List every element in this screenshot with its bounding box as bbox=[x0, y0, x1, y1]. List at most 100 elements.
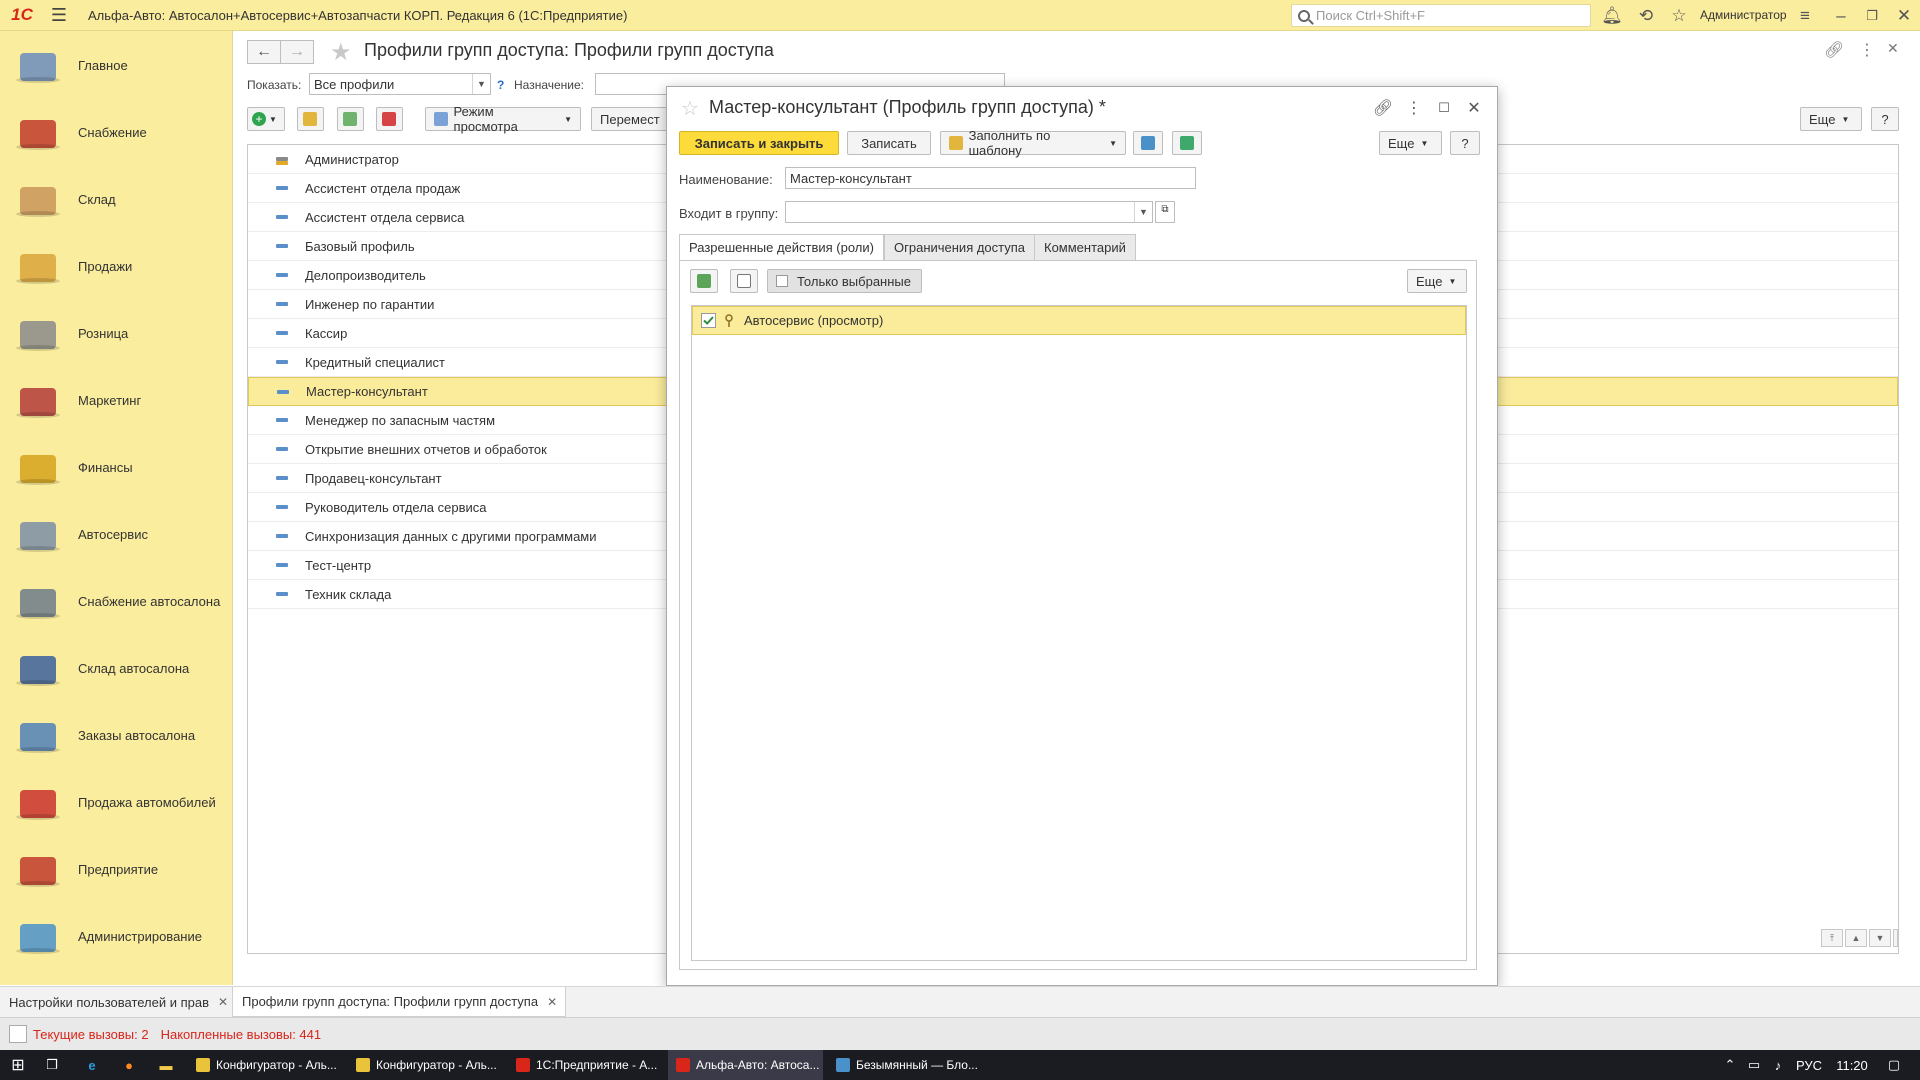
close-form-icon[interactable]: ✕ bbox=[1887, 40, 1899, 57]
current-user[interactable]: Администратор bbox=[1700, 8, 1787, 22]
tab-comment[interactable]: Комментарий bbox=[1034, 234, 1136, 261]
tab-roles[interactable]: Разрешенные действия (роли) bbox=[679, 234, 884, 261]
name-field[interactable]: Мастер-консультант bbox=[785, 167, 1196, 189]
history-icon[interactable]: ⟲ bbox=[1631, 0, 1661, 31]
chevron-down-icon: ▼ bbox=[1109, 138, 1117, 148]
clock[interactable]: 11:20 bbox=[1834, 1050, 1870, 1080]
notifications-icon[interactable]: ▢ bbox=[1880, 1050, 1908, 1080]
link-icon[interactable]: 🔗︎ bbox=[1824, 40, 1844, 60]
more-vert-icon[interactable]: ⋮ bbox=[1401, 95, 1427, 121]
more-button[interactable]: Еще ▼ bbox=[1800, 107, 1862, 131]
link-icon[interactable]: 🔗︎ bbox=[1370, 95, 1396, 121]
delete-mark-button[interactable] bbox=[376, 107, 403, 131]
tab-restrictions[interactable]: Ограничения доступа bbox=[884, 234, 1036, 261]
panel-more-button[interactable]: Еще ▼ bbox=[1407, 269, 1467, 293]
check-all-button[interactable] bbox=[690, 269, 718, 293]
fill-by-template-button[interactable]: Заполнить по шаблону ▼ bbox=[940, 128, 1126, 158]
copy-button[interactable] bbox=[337, 107, 364, 131]
move-button[interactable]: Перемест bbox=[591, 107, 671, 131]
open-group-icon[interactable]: ⧉ bbox=[1155, 201, 1175, 223]
sidebar-item[interactable]: Снабжение автосалона bbox=[0, 568, 233, 635]
network-icon[interactable]: ▭ bbox=[1744, 1050, 1764, 1080]
sidebar-item[interactable]: Финансы bbox=[0, 434, 233, 501]
main-menu-icon[interactable]: ☰ bbox=[44, 0, 74, 31]
roles-tree[interactable]: Автосервис (просмотр) bbox=[691, 305, 1467, 961]
favorite-star-icon[interactable]: ★ bbox=[330, 38, 352, 67]
windows-start-icon[interactable]: ⊞ bbox=[6, 1050, 30, 1080]
taskbar-item[interactable]: 1С:Предприятие - А... bbox=[508, 1050, 663, 1080]
sidebar-item[interactable]: Розница bbox=[0, 300, 233, 367]
minimize-icon[interactable]: – bbox=[1826, 0, 1856, 31]
help-button[interactable]: ? bbox=[1871, 107, 1899, 131]
create-folder-button[interactable] bbox=[297, 107, 324, 131]
sidebar-item[interactable]: Склад автосалона bbox=[0, 635, 233, 702]
favorites-star-icon[interactable]: ☆ bbox=[1664, 0, 1694, 31]
scroll-up-icon[interactable]: ▲ bbox=[1845, 929, 1867, 947]
role-checkbox[interactable] bbox=[701, 313, 716, 328]
close-dialog-icon[interactable]: ✕ bbox=[1461, 95, 1487, 121]
close-tab-icon[interactable]: ✕ bbox=[547, 995, 557, 1009]
sidebar-item[interactable]: Автосервис bbox=[0, 501, 233, 568]
settings-menu-icon[interactable]: ≡ bbox=[1790, 0, 1820, 31]
export-roles-button[interactable] bbox=[1172, 131, 1202, 155]
import-roles-button[interactable] bbox=[1133, 131, 1163, 155]
view-mode-icon bbox=[434, 112, 448, 126]
file-explorer-icon[interactable]: ▬ bbox=[154, 1050, 178, 1080]
taskbar-item[interactable]: Безымянный — Бло... bbox=[828, 1050, 983, 1080]
sidebar-item[interactable]: Снабжение bbox=[0, 99, 233, 166]
back-button[interactable]: ← bbox=[247, 40, 281, 64]
manager-icon bbox=[14, 713, 62, 759]
save-and-close-button[interactable]: Записать и закрыть bbox=[679, 131, 839, 155]
bell-icon[interactable]: 🔔︎ bbox=[1597, 0, 1627, 31]
chevron-down-icon[interactable]: ▼ bbox=[472, 74, 490, 94]
taskbar-item[interactable]: Конфигуратор - Аль... bbox=[188, 1050, 343, 1080]
close-tab-icon[interactable]: ✕ bbox=[218, 995, 228, 1009]
forward-button[interactable]: → bbox=[280, 40, 314, 64]
uncheck-all-button[interactable] bbox=[730, 269, 758, 293]
more-vert-icon[interactable]: ⋮ bbox=[1859, 40, 1875, 60]
sidebar-item[interactable]: Маркетинг bbox=[0, 367, 233, 434]
open-tab-user-settings[interactable]: Настройки пользователей и прав ✕ bbox=[0, 987, 236, 1017]
edge-browser-icon[interactable]: e bbox=[80, 1050, 104, 1080]
open-tab-profiles[interactable]: Профили групп доступа: Профили групп дос… bbox=[232, 987, 567, 1017]
show-select[interactable]: Все профили ▼ bbox=[309, 73, 491, 95]
save-button[interactable]: Записать bbox=[847, 131, 931, 155]
performance-icon[interactable] bbox=[9, 1025, 27, 1043]
task-view-icon[interactable]: ❒ bbox=[40, 1050, 64, 1080]
maximize-icon[interactable]: ☐ bbox=[1431, 95, 1457, 121]
scroll-top-icon[interactable]: ⤒ bbox=[1821, 929, 1843, 947]
sidebar-item[interactable]: Продажи bbox=[0, 233, 233, 300]
sidebar-item[interactable]: Склад bbox=[0, 166, 233, 233]
view-mode-button[interactable]: Режим просмотра ▼ bbox=[425, 104, 581, 134]
favorite-star-icon[interactable]: ☆ bbox=[681, 96, 699, 121]
tray-chevron-up-icon[interactable]: ⌃ bbox=[1720, 1050, 1740, 1080]
global-search-input[interactable]: Поиск Ctrl+Shift+F bbox=[1291, 4, 1591, 27]
chevron-down-icon: ▼ bbox=[1420, 138, 1429, 148]
sidebar-item[interactable]: Администрирование bbox=[0, 903, 233, 970]
scroll-down-icon[interactable]: ▼ bbox=[1869, 929, 1891, 947]
sidebar-item-label: Склад bbox=[78, 192, 116, 207]
create-button[interactable]: + ▼ bbox=[247, 107, 285, 131]
sidebar-item[interactable]: Главное bbox=[0, 32, 233, 99]
page-title: Профили групп доступа: Профили групп дос… bbox=[364, 40, 774, 60]
role-row[interactable]: Автосервис (просмотр) bbox=[692, 306, 1466, 335]
taskbar-item[interactable]: Альфа-Авто: Автоса... bbox=[668, 1050, 823, 1080]
help-question-icon[interactable]: ? bbox=[497, 78, 504, 92]
1c-logo[interactable]: 1С bbox=[0, 0, 44, 31]
restore-icon[interactable]: ❐ bbox=[1857, 0, 1887, 31]
chevron-down-icon[interactable]: ▼ bbox=[1134, 202, 1152, 222]
only-selected-toggle[interactable]: Только выбранные bbox=[767, 269, 922, 293]
sidebar-item[interactable]: Заказы автосалона bbox=[0, 702, 233, 769]
language-indicator[interactable]: РУС bbox=[1794, 1050, 1824, 1080]
taskbar-item[interactable]: Конфигуратор - Аль... bbox=[348, 1050, 503, 1080]
group-field[interactable]: ▼ bbox=[785, 201, 1153, 223]
close-icon[interactable]: ✕ bbox=[1889, 0, 1919, 31]
sidebar-item-label: Автосервис bbox=[78, 527, 148, 542]
dialog-more-button[interactable]: Еще ▼ bbox=[1379, 131, 1442, 155]
firefox-icon[interactable]: ● bbox=[117, 1050, 141, 1080]
dialog-help-button[interactable]: ? bbox=[1450, 131, 1480, 155]
scroll-bottom-icon[interactable] bbox=[1893, 929, 1898, 947]
sidebar-item[interactable]: Продажа автомобилей bbox=[0, 769, 233, 836]
sidebar-item[interactable]: Предприятие bbox=[0, 836, 233, 903]
volume-icon[interactable]: ♪ bbox=[1768, 1050, 1788, 1080]
